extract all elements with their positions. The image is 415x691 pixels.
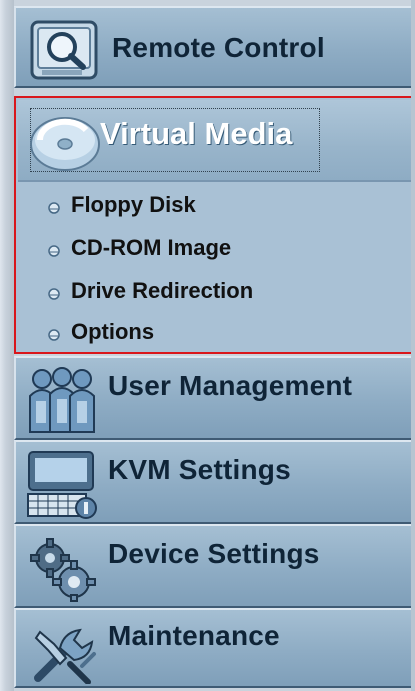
bullet-icon <box>48 329 60 341</box>
menu-item-device-settings[interactable]: Device Settings <box>14 524 415 608</box>
menu-item-remote-control[interactable]: Remote Control <box>14 6 415 88</box>
gears-icon <box>30 538 96 602</box>
menu-label-maintenance: Maintenance <box>108 620 280 651</box>
submenu-label-cd-rom-image: CD-ROM Image <box>71 235 232 260</box>
monitor-keyboard-icon <box>27 451 97 519</box>
submenu-label-options: Options <box>71 319 155 344</box>
menu-item-kvm-settings[interactable]: KVM Settings <box>14 440 415 524</box>
submenu-label-floppy-disk: Floppy Disk <box>71 192 196 217</box>
submenu-item-options[interactable]: Options <box>18 313 411 353</box>
submenu-item-cd-rom-image[interactable]: CD-ROM Image <box>18 229 411 269</box>
menu-item-virtual-media[interactable]: Virtual Media <box>18 100 411 182</box>
sidebar-navigation: Remote Control Virtual Media Floppy Disk <box>14 0 415 691</box>
menu-label-kvm-settings: KVM Settings <box>108 454 291 485</box>
disc-icon <box>30 117 100 171</box>
menu-item-user-management[interactable]: User Management <box>14 356 415 440</box>
users-icon <box>29 367 95 433</box>
menu-label-device-settings: Device Settings <box>108 538 320 569</box>
bullet-icon <box>48 288 60 300</box>
bullet-icon <box>48 202 60 214</box>
menu-label-user-management: User Management <box>108 370 353 401</box>
tools-icon <box>34 628 96 684</box>
right-edge <box>411 0 415 691</box>
menu-label-virtual-media: Virtual Media <box>100 116 293 151</box>
menu-label-remote-control: Remote Control <box>112 32 325 63</box>
submenu-item-drive-redirection[interactable]: Drive Redirection <box>18 272 411 312</box>
menu-group-virtual-media: Virtual Media Floppy Disk CD-ROM Image D… <box>14 96 415 354</box>
submenu-label-drive-redirection: Drive Redirection <box>71 278 254 303</box>
menu-item-maintenance[interactable]: Maintenance <box>14 608 415 688</box>
left-rail <box>0 0 14 691</box>
virtual-media-submenu: Floppy Disk CD-ROM Image Drive Redirecti… <box>18 184 411 350</box>
submenu-item-floppy-disk[interactable]: Floppy Disk <box>18 186 411 226</box>
magnifier-screen-icon <box>30 20 98 80</box>
bullet-icon <box>48 245 60 257</box>
